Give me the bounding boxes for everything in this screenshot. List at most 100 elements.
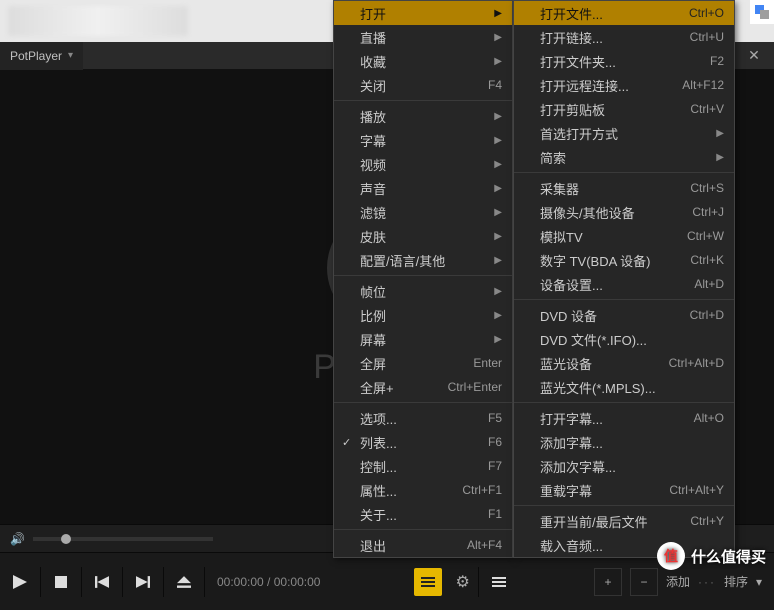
remove-button[interactable]: − bbox=[630, 568, 658, 596]
menu-item[interactable]: 首选打开方式▶ bbox=[514, 121, 734, 145]
menu-item[interactable]: 添加次字幕... bbox=[514, 454, 734, 478]
menu-item-label: 数字 TV(BDA 设备) bbox=[540, 251, 651, 270]
stop-button[interactable] bbox=[41, 562, 81, 602]
menu-item[interactable]: 打开远程连接... Alt+F12 bbox=[514, 73, 734, 97]
menu-item[interactable]: 皮肤 ▶ bbox=[334, 224, 512, 248]
menu-shortcut: Ctrl+S bbox=[690, 181, 724, 195]
menu-item[interactable]: 简索▶ bbox=[514, 145, 734, 169]
obscured-region bbox=[8, 6, 188, 36]
menu-item-label: 字幕 bbox=[360, 131, 386, 150]
menu-item-label: 列表... bbox=[360, 433, 397, 452]
submenu-arrow-icon: ▶ bbox=[494, 56, 502, 67]
menu-item[interactable]: 字幕▶ bbox=[334, 128, 512, 152]
menu-item[interactable]: 属性...Ctrl+F1 bbox=[334, 478, 512, 502]
menu-separator bbox=[334, 529, 512, 530]
menu-shortcut: F1 bbox=[488, 507, 502, 521]
submenu-arrow-icon: ▶ bbox=[494, 255, 502, 266]
chevron-down-icon[interactable]: ▾ bbox=[756, 575, 762, 589]
close-button[interactable]: ✕ bbox=[734, 47, 774, 64]
menu-item-label: 皮肤 bbox=[360, 227, 386, 246]
menu-item[interactable]: DVD 设备Ctrl+D bbox=[514, 303, 734, 327]
menu-item[interactable]: 控制...F7 bbox=[334, 454, 512, 478]
menu-item[interactable]: 直播▶ bbox=[334, 25, 512, 49]
menu-item-label: 打开字幕... bbox=[540, 409, 603, 428]
menu-separator bbox=[514, 402, 734, 403]
playlist-footer: + − 添加 ··· 排序 ▾ bbox=[594, 568, 774, 596]
translate-icon[interactable] bbox=[750, 0, 774, 24]
menu-shortcut: Ctrl+F1 bbox=[462, 483, 502, 497]
footer-sort-label: 排序 bbox=[724, 573, 748, 590]
next-button[interactable] bbox=[123, 562, 163, 602]
menu-item[interactable]: 全屏+Ctrl+Enter bbox=[334, 375, 512, 399]
menu-item[interactable]: 蓝光设备Ctrl+Alt+D bbox=[514, 351, 734, 375]
playlist-button[interactable] bbox=[414, 568, 442, 596]
menu-item-label: 打开剪贴板 bbox=[540, 100, 605, 119]
menu-item[interactable]: 屏幕▶ bbox=[334, 327, 512, 351]
add-button[interactable]: + bbox=[594, 568, 622, 596]
menu-item[interactable]: 添加字幕... bbox=[514, 430, 734, 454]
menu-item[interactable]: 视频▶ bbox=[334, 152, 512, 176]
eject-button[interactable] bbox=[164, 562, 204, 602]
menu-shortcut: F6 bbox=[488, 435, 502, 449]
play-button[interactable] bbox=[0, 562, 40, 602]
menu-shortcut: Alt+F12 bbox=[682, 78, 724, 92]
menu-item[interactable]: 声音▶ bbox=[334, 176, 512, 200]
menu-item[interactable]: 设备设置...Alt+D bbox=[514, 272, 734, 296]
menu-item-label: 打开文件夹... bbox=[540, 52, 616, 71]
menu-shortcut: Ctrl+Alt+Y bbox=[669, 483, 724, 497]
volume-slider[interactable] bbox=[33, 537, 213, 541]
menu-item[interactable]: 重载字幕Ctrl+Alt+Y bbox=[514, 478, 734, 502]
menu-item[interactable]: 打开字幕...Alt+O bbox=[514, 406, 734, 430]
menu-item[interactable]: 打开▶ bbox=[334, 1, 512, 25]
menu-shortcut: Ctrl+J bbox=[692, 205, 724, 219]
menu-item-label: 关于... bbox=[360, 505, 397, 524]
menu-item[interactable]: 重开当前/最后文件Ctrl+Y bbox=[514, 509, 734, 533]
menu-shortcut: Ctrl+K bbox=[690, 253, 724, 267]
menu-item[interactable]: 播放▶ bbox=[334, 104, 512, 128]
menu-item[interactable]: 全屏Enter bbox=[334, 351, 512, 375]
menu-shortcut: Ctrl+V bbox=[690, 102, 724, 116]
menu-item-label: 打开链接... bbox=[540, 28, 603, 47]
menu-item-label: 收藏 bbox=[360, 52, 386, 71]
menu-item-label: 全屏 bbox=[360, 354, 386, 373]
menu-item[interactable]: 选项...F5 bbox=[334, 406, 512, 430]
menu-item[interactable]: 打开链接...Ctrl+U bbox=[514, 25, 734, 49]
menu-item[interactable]: 数字 TV(BDA 设备) Ctrl+K bbox=[514, 248, 734, 272]
settings-button[interactable]: ⚙ bbox=[448, 572, 478, 592]
speaker-icon[interactable]: 🔊 bbox=[10, 532, 25, 546]
submenu-arrow-icon: ▶ bbox=[716, 152, 724, 163]
submenu-arrow-icon: ▶ bbox=[494, 32, 502, 43]
app-title-tab[interactable]: PotPlayer ▾ bbox=[0, 42, 83, 70]
menu-button[interactable] bbox=[479, 562, 519, 602]
menu-item[interactable]: 关闭F4 bbox=[334, 73, 512, 97]
menu-item[interactable]: 滤镜▶ bbox=[334, 200, 512, 224]
menu-item[interactable]: 收藏 ▶ bbox=[334, 49, 512, 73]
watermark-text: 什么值得买 bbox=[691, 546, 766, 567]
submenu-arrow-icon: ▶ bbox=[494, 286, 502, 297]
menu-item[interactable]: ✓列表...F6 bbox=[334, 430, 512, 454]
menu-item[interactable]: 关于... F1 bbox=[334, 502, 512, 526]
menu-item[interactable]: 打开文件夹...F2 bbox=[514, 49, 734, 73]
menu-item[interactable]: 帧位▶ bbox=[334, 279, 512, 303]
prev-button[interactable] bbox=[82, 562, 122, 602]
menu-item[interactable]: 模拟TVCtrl+W bbox=[514, 224, 734, 248]
menu-item[interactable]: 配置/语言/其他▶ bbox=[334, 248, 512, 272]
menu-item[interactable]: 摄像头/其他设备Ctrl+J bbox=[514, 200, 734, 224]
menu-item[interactable]: 退出Alt+F4 bbox=[334, 533, 512, 557]
menu-item-label: 退出 bbox=[360, 536, 386, 555]
menu-item-label: DVD 文件(*.IFO)... bbox=[540, 330, 647, 349]
menu-item[interactable]: 打开剪贴板 Ctrl+V bbox=[514, 97, 734, 121]
menu-item-label: 打开远程连接... bbox=[540, 76, 629, 95]
menu-item[interactable]: DVD 文件(*.IFO)... bbox=[514, 327, 734, 351]
menu-item[interactable]: 蓝光文件(*.MPLS)... bbox=[514, 375, 734, 399]
watermark-badge: 值 bbox=[657, 542, 685, 570]
menu-item-label: 采集器 bbox=[540, 179, 579, 198]
menu-item[interactable]: 采集器 Ctrl+S bbox=[514, 176, 734, 200]
menu-item[interactable]: 打开文件...Ctrl+O bbox=[514, 1, 734, 25]
submenu-arrow-icon: ▶ bbox=[494, 334, 502, 345]
submenu-arrow-icon: ▶ bbox=[494, 231, 502, 242]
menu-item[interactable]: 比例▶ bbox=[334, 303, 512, 327]
menu-separator bbox=[514, 505, 734, 506]
menu-shortcut: F4 bbox=[488, 78, 502, 92]
menu-shortcut: Ctrl+Enter bbox=[448, 380, 502, 394]
